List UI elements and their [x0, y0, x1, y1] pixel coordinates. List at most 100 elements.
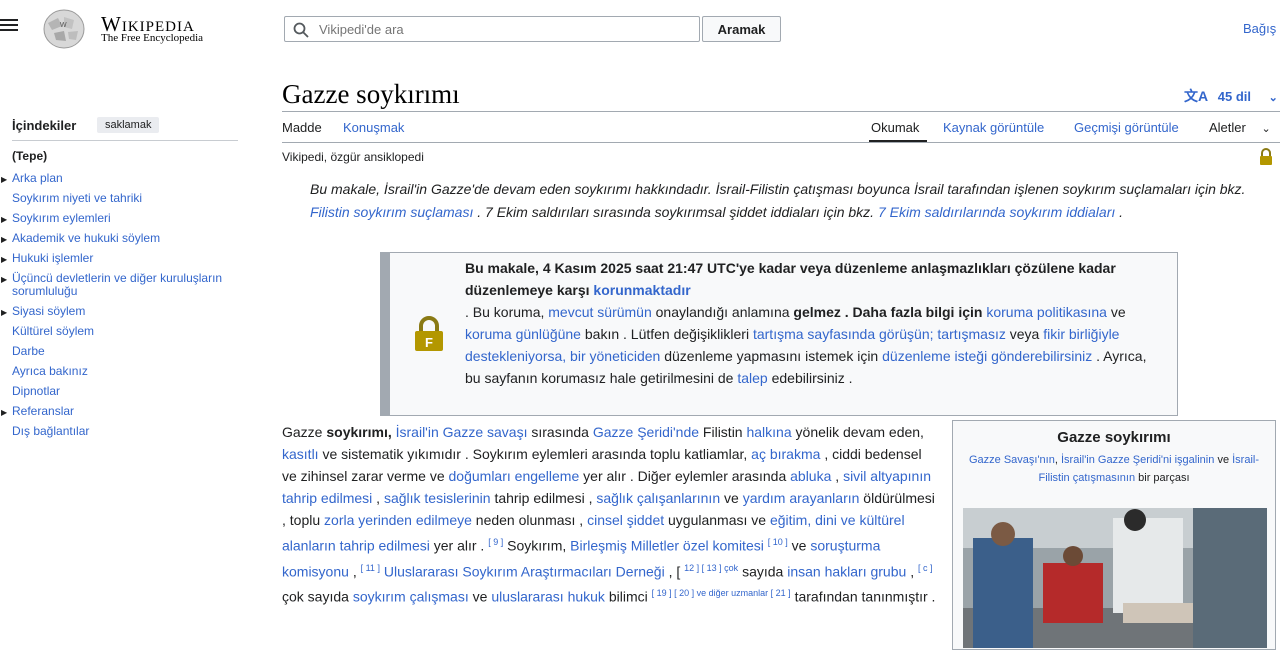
toc-item[interactable]: ▶ Akademik ve hukuki söylem	[1, 232, 242, 245]
lead-link[interactable]: uluslararası hukuk	[491, 589, 605, 605]
chevron-right-icon[interactable]: ▶	[1, 406, 7, 419]
toc-list: (Tepe) ▶ Arka plan Soykırım niyeti ve tahri…	[1, 150, 242, 445]
citation-ref[interactable]: [ 10 ]	[768, 537, 788, 547]
protection-text-part: veya	[1009, 326, 1040, 342]
protection-text-part: edebilirsiniz .	[771, 370, 853, 386]
link-protection-policy[interactable]: koruma politikasına	[986, 304, 1107, 320]
chevron-right-icon[interactable]: ▶	[1, 253, 7, 266]
protection-lock-icon[interactable]	[1257, 148, 1275, 166]
toc-item[interactable]: Soykırım niyeti ve tahriki	[12, 192, 242, 205]
link-protected[interactable]: korunmaktadır	[593, 282, 690, 298]
protection-notice: F Bu makale, 4 Kasım 2025 saat 21:47 UTC…	[380, 252, 1178, 416]
citation-ref[interactable]: [ 9 ]	[488, 537, 503, 547]
chevron-right-icon[interactable]: ▶	[1, 213, 7, 226]
hatnote-link-accusation[interactable]: Filistin soykırım suçlaması	[310, 204, 473, 220]
lead-link[interactable]: doğumları engelleme	[449, 468, 580, 484]
wikipedia-globe-logo[interactable]: W	[38, 9, 90, 49]
toc-item[interactable]: Dış bağlantılar	[12, 425, 242, 438]
protection-text-part: düzenleme yapmasını istemek için	[664, 348, 879, 364]
toc-item[interactable]: Dipnotlar	[12, 385, 242, 398]
search-box[interactable]	[284, 16, 700, 42]
infobox-link[interactable]: Gazze Savaşı'nın	[969, 454, 1055, 466]
lead-link[interactable]: İsrail'in Gazze savaşı	[396, 424, 528, 440]
toc-item-label: Soykırım eylemleri	[12, 211, 111, 225]
lead-link[interactable]: aç bırakma	[751, 446, 820, 462]
lead-text: neden olunması ,	[475, 512, 584, 528]
tab-article[interactable]: Madde	[282, 120, 322, 135]
lead-link[interactable]: Uluslararası Soykırım Araştırmacıları De…	[384, 563, 665, 579]
lead-link[interactable]: Gazze Şeridi'nde	[593, 424, 699, 440]
citation-ref[interactable]: [ 11 ]	[361, 563, 380, 573]
hatnote-text: Bu makale, İsrail'in Gazze'de devam eden…	[310, 181, 1246, 197]
toc-item[interactable]: ▶ Üçüncü devletlerin ve diğer kuruluşları…	[1, 272, 242, 298]
toc-item[interactable]: ▶ Hukuki işlemler	[1, 251, 242, 265]
logo-tagline: The Free Encyclopedia	[101, 32, 204, 44]
toc-item-label: Hukuki işlemler	[12, 251, 94, 265]
lead-link[interactable]: soykırım çalışması	[353, 589, 469, 605]
lead-text: tahrip edilmesi ,	[494, 490, 593, 506]
link-edit-request[interactable]: düzenleme isteği gönderebilirsiniz	[882, 348, 1092, 364]
link-unprotect-request[interactable]: talep	[737, 370, 767, 386]
toc-hide-button[interactable]: saklamak	[97, 117, 160, 133]
lead-text: ,	[910, 563, 915, 580]
citation-ref[interactable]: 12 ] [ 13 ] çok	[684, 563, 738, 573]
link-talk-page[interactable]: tartışma sayfasında görüşün;	[753, 326, 934, 342]
lead-link[interactable]: zorla yerinden edilmeye	[324, 512, 472, 528]
chevron-right-icon[interactable]: ▶	[1, 306, 7, 319]
page-title: Gazze soykırımı	[282, 79, 460, 109]
lead-paragraph: Gazze soykırımı, İsrail'in Gazze savaşı …	[282, 421, 938, 608]
search-input[interactable]	[319, 17, 689, 41]
toc-item[interactable]: ▶ Referanslar	[1, 405, 242, 418]
link-current-version[interactable]: mevcut sürümün	[548, 304, 651, 320]
lead-link[interactable]: kasıtlı	[282, 446, 319, 462]
tools-menu[interactable]: Aletler ⌄	[1209, 120, 1271, 135]
toc-item-label: Siyasi söylem	[12, 304, 86, 318]
lead-text: tarafından tanınmıştır .	[794, 588, 936, 605]
protection-bold-part: gelmez . Daha fazla bilgi için	[793, 304, 983, 320]
toc-item[interactable]: ▶ Siyasi söylem	[1, 304, 242, 318]
infobox-link[interactable]: İsrail'in Gazze Şeridi'ni işgalinin	[1061, 454, 1214, 466]
lead-link[interactable]: sağlık çalışanlarının	[596, 490, 720, 506]
toc-item[interactable]: ▶ Soykırım eylemleri	[1, 211, 242, 225]
toc-item-top[interactable]: (Tepe)	[12, 150, 242, 163]
lead-link[interactable]: insan hakları grubu	[787, 563, 906, 579]
toc-item[interactable]: Darbe	[12, 345, 242, 358]
citation-ref[interactable]: [ c ]	[918, 563, 933, 573]
toc-item-label: Soykırım niyeti ve tahriki	[12, 191, 143, 205]
hatnote-text: .	[1119, 204, 1124, 220]
donate-link[interactable]: Bağış	[1243, 21, 1276, 36]
protection-text-part: ve	[1110, 304, 1126, 320]
tab-view-history[interactable]: Geçmişi görüntüle	[1074, 120, 1179, 135]
chevron-right-icon[interactable]: ▶	[1, 173, 7, 186]
lead-link[interactable]: sağlık tesislerinin	[384, 490, 491, 506]
link-undiscussed[interactable]: tartışmasız	[937, 326, 1005, 342]
infobox-photo[interactable]	[963, 508, 1267, 648]
svg-text:F: F	[425, 335, 433, 350]
search-button[interactable]: Aramak	[702, 16, 781, 42]
chevron-right-icon[interactable]: ▶	[1, 273, 7, 286]
toc-item[interactable]: Ayrıca bakınız	[12, 365, 242, 378]
hatnote-link-oct7[interactable]: 7 Ekim saldırılarında soykırım iddiaları	[878, 204, 1115, 220]
citation-ref[interactable]: [ 19 ] [ 20 ] ve diğer uzmanlar [ 21 ]	[652, 588, 791, 598]
language-button[interactable]: 文A 45 dil ⌄	[1184, 86, 1278, 106]
tab-talk[interactable]: Konuşmak	[343, 120, 404, 135]
protection-text-part: bakın . Lütfen değişiklikleri	[584, 326, 750, 342]
lead-link[interactable]: Birleşmiş Milletler özel komitesi	[570, 538, 764, 554]
lead-link[interactable]: halkına	[746, 424, 791, 440]
chevron-right-icon[interactable]: ▶	[1, 233, 7, 246]
toc-item[interactable]: ▶ Arka plan	[1, 172, 242, 185]
toc-item-label: Ayrıca bakınız	[12, 364, 88, 378]
title-divider	[282, 111, 1280, 112]
lead-link[interactable]: cinsel şiddet	[587, 512, 664, 528]
tab-view-source[interactable]: Kaynak görüntüle	[943, 120, 1044, 135]
main-menu-button[interactable]	[0, 16, 18, 32]
tab-read[interactable]: Okumak	[871, 120, 919, 135]
link-protection-log[interactable]: koruma günlüğüne	[465, 326, 581, 342]
lead-link[interactable]: abluka	[790, 468, 831, 484]
lead-link[interactable]: yardım arayanların	[743, 490, 860, 506]
lead-text: ,	[376, 490, 381, 506]
lead-text: çok sayıda	[282, 588, 349, 605]
toc-item[interactable]: Kültürel söylem	[12, 325, 242, 338]
language-count: 45 dil	[1217, 89, 1251, 104]
lead-text: bilimci	[608, 588, 648, 605]
